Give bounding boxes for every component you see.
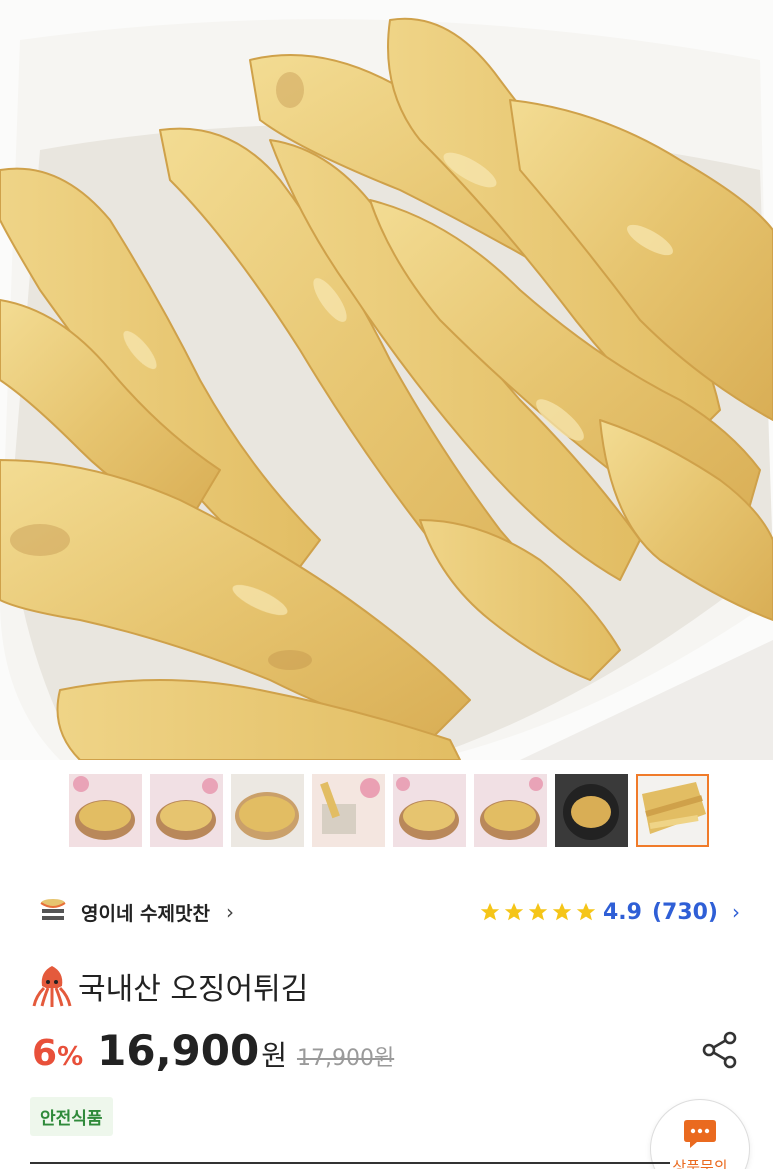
safe-food-badge: 안전식품: [30, 1097, 113, 1136]
share-icon[interactable]: [700, 1030, 740, 1070]
review-count: (730): [651, 899, 718, 925]
seller-link[interactable]: 영이네 수제맛찬 ›: [35, 894, 234, 930]
currency-unit: 원: [261, 1039, 287, 1072]
product-title-row: 국내산 오징어튀김: [32, 964, 308, 1008]
thumbnail-strip: [69, 774, 709, 847]
inquiry-label: 상품문의: [672, 1158, 728, 1169]
rating-chevron-icon: ›: [732, 900, 740, 924]
chat-bubble-icon: [684, 1120, 716, 1148]
rating-summary[interactable]: 4.9 (730) ›: [479, 900, 740, 925]
seller-rating-row: 영이네 수제맛찬 › 4.9 (730) ›: [35, 890, 740, 934]
section-divider: [30, 1162, 670, 1164]
seller-name[interactable]: 영이네 수제맛찬: [81, 899, 210, 926]
star-icon: [576, 902, 596, 921]
seller-chevron-icon: ›: [225, 900, 234, 924]
seller-logo-icon: [35, 894, 71, 930]
thumbnail-6[interactable]: [474, 774, 547, 847]
discount-rate: 6: [32, 1033, 58, 1074]
thumbnail-4[interactable]: [312, 774, 385, 847]
thumbnail-2[interactable]: [150, 774, 223, 847]
thumbnail-8-selected[interactable]: [636, 774, 709, 847]
product-main-image[interactable]: [0, 0, 773, 760]
star-icon: [528, 902, 548, 921]
rating-stars: [479, 901, 597, 923]
thumbnail-1[interactable]: [69, 774, 142, 847]
product-title: 국내산 오징어튀김: [78, 972, 309, 1007]
discount-percent-sign: %: [57, 1042, 84, 1072]
squid-icon: [32, 966, 72, 1007]
original-price: 17,900원: [296, 1046, 395, 1071]
thumbnail-5[interactable]: [393, 774, 466, 847]
sale-price: 16,900: [97, 1026, 260, 1075]
price-row: 6 % 16,900 원 17,900원: [32, 1026, 740, 1080]
product-inquiry-button[interactable]: 상품문의: [650, 1099, 750, 1169]
rating-score: 4.9: [602, 899, 642, 925]
star-icon: [504, 902, 524, 921]
thumbnail-3[interactable]: [231, 774, 304, 847]
star-icon: [552, 902, 572, 921]
thumbnail-7[interactable]: [555, 774, 628, 847]
star-icon: [480, 902, 500, 921]
